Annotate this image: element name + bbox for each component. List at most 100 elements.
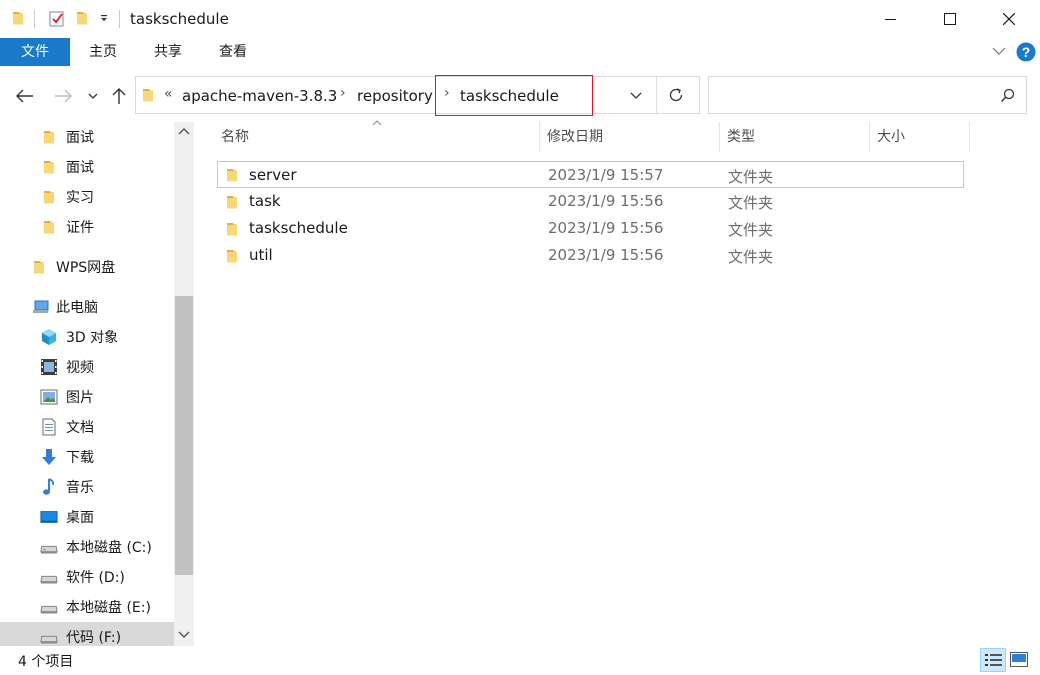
file-date: 2023/1/9 15:56 [548,246,664,264]
nav-item-desktop[interactable]: 桌面 [0,502,174,532]
nav-item-wps-drive[interactable]: WPS网盘 [0,252,174,282]
svg-text:?: ? [1022,44,1031,60]
file-row[interactable]: taskschedule 2023/1/9 15:56 文件夹 [217,215,964,242]
column-divider[interactable] [719,122,720,152]
tab-share[interactable]: 共享 [145,38,191,66]
3d-objects-icon [40,328,58,346]
search-input[interactable] [708,76,1027,114]
maximize-icon [943,12,957,26]
folder-icon [40,128,58,146]
music-icon [40,478,58,496]
nav-item-videos[interactable]: 视频 [0,352,174,382]
breadcrumb-separator[interactable]: › [340,85,346,101]
search-icon[interactable] [1000,88,1015,103]
nav-item-drive-e[interactable]: 本地磁盘 (E:) [0,592,174,622]
arrow-right-icon [54,89,72,103]
file-date: 2023/1/9 15:56 [548,219,664,237]
download-icon [40,448,58,466]
file-type: 文件夹 [728,194,774,212]
folder-icon [224,248,240,264]
column-header-name[interactable]: 名称 [221,122,249,152]
forward-button[interactable] [50,82,76,110]
scroll-up-icon[interactable] [178,127,190,137]
arrow-up-icon [112,87,126,105]
close-button[interactable] [986,0,1032,38]
folder-icon [10,10,26,26]
window-title: taskschedule [130,10,229,28]
up-button[interactable] [108,82,130,110]
details-view-icon [985,653,1002,668]
file-name: util [249,246,273,264]
column-divider[interactable] [869,122,870,152]
breadcrumb-apache-maven[interactable]: apache-maven-3.8.3 [182,87,337,105]
maximize-button[interactable] [927,0,973,38]
nav-scrollbar-thumb[interactable] [175,296,193,575]
address-bar[interactable]: « apache-maven-3.8.3 › repository › task… [135,75,700,116]
column-header-date[interactable]: 修改日期 [547,122,603,152]
file-row[interactable]: task 2023/1/9 15:56 文件夹 [217,188,964,215]
nav-item-downloads[interactable]: 下载 [0,442,174,472]
column-divider[interactable] [969,122,970,152]
title-bar: taskschedule [0,0,1040,38]
nav-item-certificates[interactable]: 证件 [0,212,174,242]
file-date: 2023/1/9 15:56 [548,192,664,210]
file-row[interactable]: server 2023/1/9 15:57 文件夹 [217,161,964,188]
pictures-icon [40,388,58,406]
tab-home[interactable]: 主页 [80,38,126,66]
folder-icon [40,158,58,176]
drive-icon [40,600,58,618]
nav-item-drive-d[interactable]: 软件 (D:) [0,562,174,592]
breadcrumb-taskschedule[interactable]: taskschedule [460,87,559,105]
documents-icon [40,418,58,436]
properties-icon[interactable] [48,10,66,28]
navigation-pane: 面试 面试 实习 证件 WPS网盘 此电脑 3D 对象 视频 图片 文档 下载 … [0,122,196,646]
column-divider[interactable] [539,122,540,152]
folder-icon [40,218,58,236]
tab-file[interactable]: 文件 [0,38,70,66]
minimize-button[interactable] [868,0,914,38]
status-bar: 4 个项目 [0,646,1040,675]
folder-icon [30,258,48,276]
nav-item-interview-2[interactable]: 面试 [0,152,174,182]
close-icon [1003,13,1015,25]
file-type: 文件夹 [728,168,774,186]
breadcrumb-repository[interactable]: repository [357,87,433,105]
file-date: 2023/1/9 15:57 [548,166,664,184]
minimize-icon [885,13,897,25]
nav-item-drive-f[interactable]: 代码 (F:) [0,622,174,646]
expand-ribbon-icon[interactable] [992,46,1006,56]
address-dropdown-icon[interactable] [630,92,642,100]
column-header-size[interactable]: 大小 [877,122,905,152]
file-row[interactable]: util 2023/1/9 15:56 文件夹 [217,242,964,269]
nav-item-interview-1[interactable]: 面试 [0,122,174,152]
video-icon [40,358,58,376]
file-name: server [249,166,297,184]
nav-item-3d-objects[interactable]: 3D 对象 [0,322,174,352]
scroll-down-icon[interactable] [178,629,190,639]
divider [656,77,657,113]
tab-view[interactable]: 查看 [210,38,256,66]
help-icon[interactable]: ? [1016,42,1036,62]
back-button[interactable] [12,82,38,110]
column-header-type[interactable]: 类型 [727,122,755,152]
nav-item-drive-c[interactable]: 本地磁盘 (C:) [0,532,174,562]
customize-toolbar-icon[interactable] [98,12,110,24]
nav-item-pictures[interactable]: 图片 [0,382,174,412]
refresh-icon[interactable] [668,87,684,103]
new-folder-icon[interactable] [74,10,90,26]
nav-item-this-pc[interactable]: 此电脑 [0,292,174,322]
folder-icon [224,167,240,183]
desktop-icon [40,508,58,526]
large-icons-view-icon[interactable] [1010,652,1028,667]
nav-item-documents[interactable]: 文档 [0,412,174,442]
breadcrumb-separator[interactable]: › [444,85,450,101]
file-list: 名称 修改日期 类型 大小 server 2023/1/9 15:57 文件夹 … [196,120,1040,646]
details-view-button[interactable] [980,648,1006,672]
recent-locations-button[interactable] [84,82,102,110]
file-name: task [249,192,281,210]
nav-item-internship[interactable]: 实习 [0,182,174,212]
folder-icon [40,188,58,206]
item-count: 4 个项目 [18,654,74,670]
nav-item-music[interactable]: 音乐 [0,472,174,502]
overflow-chevron-icon[interactable]: « [164,86,173,102]
